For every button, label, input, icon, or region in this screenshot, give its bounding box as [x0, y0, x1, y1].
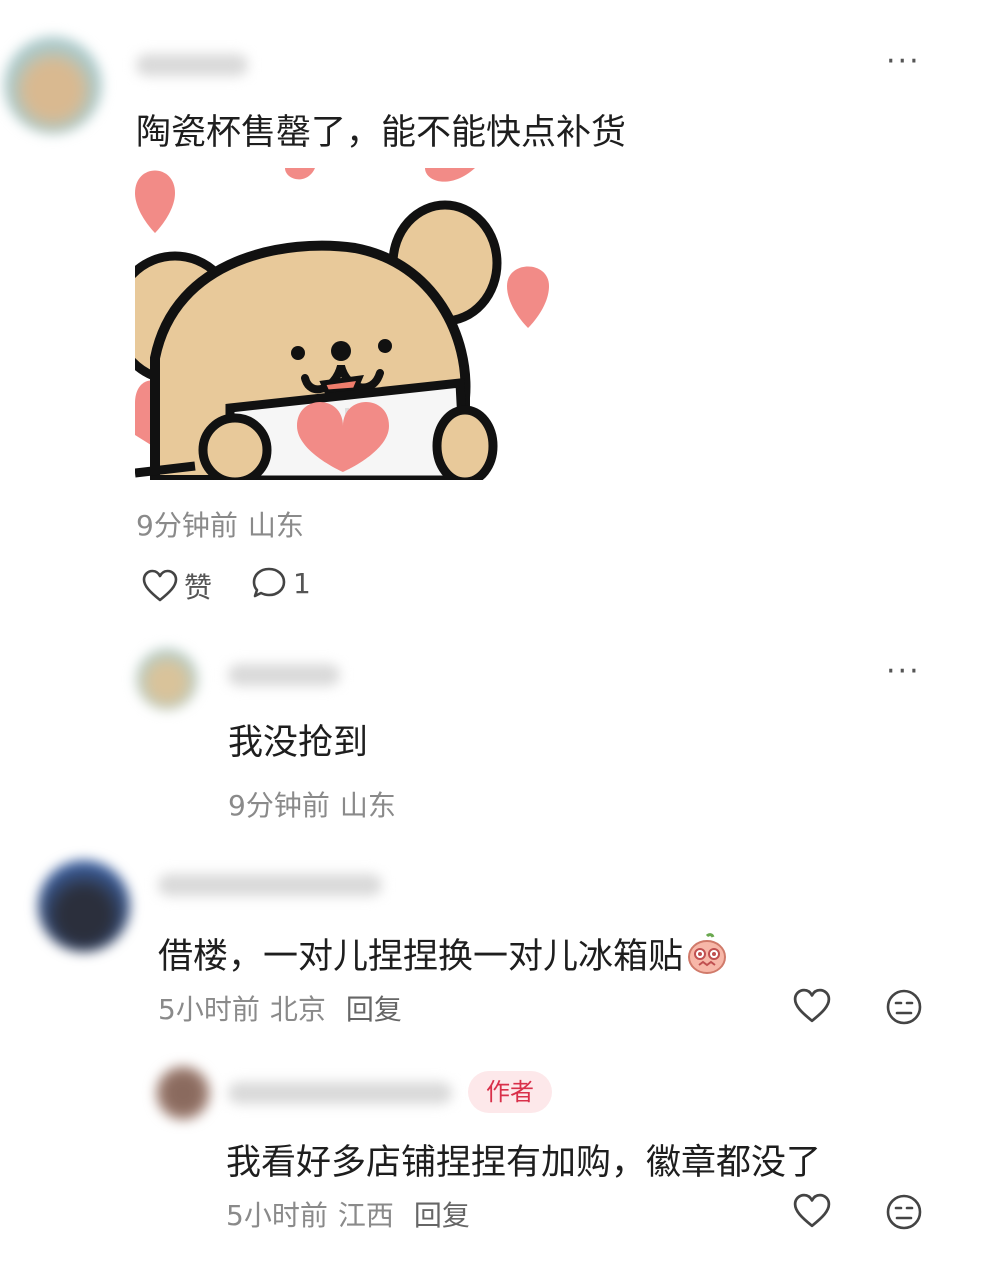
username[interactable]: [136, 54, 248, 76]
comment-time: 5小时前: [158, 993, 260, 1026]
avatar[interactable]: [4, 36, 102, 134]
dislike-button[interactable]: [885, 1193, 923, 1231]
dislike-button[interactable]: [885, 988, 923, 1026]
reply-meta: 9分钟前 山东: [228, 784, 396, 824]
more-options-icon[interactable]: ···: [886, 47, 921, 77]
avatar[interactable]: [38, 860, 130, 952]
comment-bubble-icon: [252, 567, 286, 598]
reply-time: 9分钟前: [228, 789, 330, 822]
like-button[interactable]: [793, 1193, 831, 1229]
shy-face-emoji-icon: [685, 932, 729, 985]
heart-outline-icon: [793, 988, 831, 1023]
comment-meta: 5小时前 北京 回复: [158, 988, 402, 1028]
more-options-icon[interactable]: ···: [886, 657, 921, 687]
avatar[interactable]: [136, 648, 198, 710]
reply-time: 5小时前: [226, 1199, 328, 1232]
reply-link[interactable]: 回复: [414, 1199, 470, 1232]
heart-outline-icon: [142, 569, 178, 602]
reply-text: 我看好多店铺捏捏有加购，徽章都没了: [226, 1143, 822, 1183]
comment-text: 借楼，一对儿捏捏换一对儿冰箱贴: [158, 928, 729, 985]
like-button[interactable]: [793, 988, 831, 1024]
username[interactable]: [228, 1082, 452, 1104]
username[interactable]: [228, 664, 340, 686]
comment-text: 陶瓷杯售罄了，能不能快点补货: [136, 113, 627, 153]
heart-outline-icon: [793, 1193, 831, 1228]
avatar[interactable]: [156, 1066, 210, 1120]
bear-sticker-image[interactable]: [135, 168, 549, 480]
comment-meta: 9分钟前 山东: [136, 504, 304, 544]
comment-location: 山东: [247, 509, 304, 542]
reply-location: 山东: [339, 789, 396, 822]
reply-link[interactable]: 回复: [346, 993, 402, 1026]
like-label: 赞: [184, 571, 213, 604]
neutral-face-icon: [886, 989, 922, 1025]
reply-text: 我没抢到: [228, 723, 369, 763]
like-button[interactable]: 赞: [142, 566, 212, 606]
username[interactable]: [158, 874, 382, 896]
reply-location: 江西: [337, 1199, 394, 1232]
author-badge: 作者: [468, 1071, 552, 1113]
reply-meta: 5小时前 江西 回复: [226, 1194, 470, 1234]
reply-count-button[interactable]: 1: [251, 566, 311, 600]
comment-time: 9分钟前: [136, 509, 238, 542]
reply-count: 1: [293, 566, 311, 600]
comment-location: 北京: [269, 993, 326, 1026]
neutral-face-icon: [886, 1194, 922, 1230]
